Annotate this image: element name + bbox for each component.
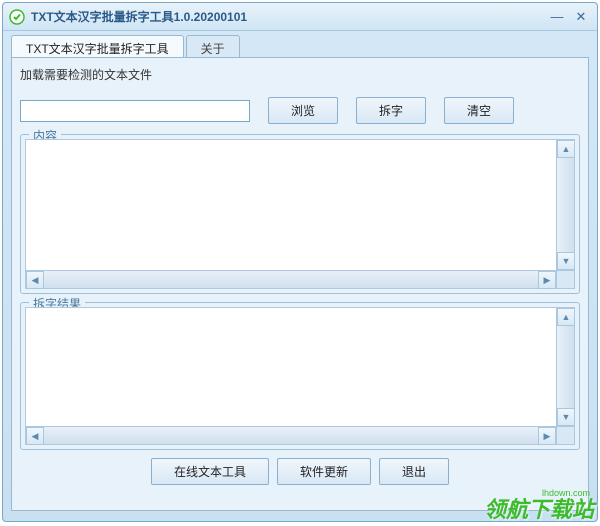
exit-button[interactable]: 退出 [379,458,449,485]
tab-bar: TXT文本汉字批量拆字工具 关于 [3,31,597,57]
clear-button[interactable]: 清空 [444,97,514,124]
load-label: 加载需要检测的文本文件 [20,66,580,83]
result-fieldset: 拆字结果 ▲ ▼ ◀ ▶ [20,302,580,450]
update-button[interactable]: 软件更新 [277,458,371,485]
minimize-button[interactable]: — [547,9,567,25]
content-area: 加载需要检测的文本文件 浏览 拆字 清空 内容 ▲ ▼ ◀ ▶ [11,57,589,511]
scrollbar-horizontal[interactable]: ◀ ▶ [26,426,556,444]
tab-main[interactable]: TXT文本汉字批量拆字工具 [11,35,184,57]
titlebar: TXT文本汉字批量拆字工具1.0.20200101 — ✕ [3,3,597,31]
scroll-down-icon[interactable]: ▼ [557,252,575,270]
split-button[interactable]: 拆字 [356,97,426,124]
scroll-left-icon[interactable]: ◀ [26,427,44,445]
scroll-left-icon[interactable]: ◀ [26,271,44,289]
result-textarea-wrap: ▲ ▼ ◀ ▶ [25,307,575,445]
app-window: TXT文本汉字批量拆字工具1.0.20200101 — ✕ TXT文本汉字批量拆… [2,2,598,522]
scroll-down-icon[interactable]: ▼ [557,408,575,426]
load-section: 加载需要检测的文本文件 浏览 拆字 清空 [20,66,580,124]
tab-about[interactable]: 关于 [186,35,240,57]
scrollbar-vertical[interactable]: ▲ ▼ [556,140,574,270]
content-textarea-wrap: ▲ ▼ ◀ ▶ [25,139,575,289]
window-title: TXT文本汉字批量拆字工具1.0.20200101 [31,8,547,25]
content-textarea[interactable] [26,140,556,288]
browse-button[interactable]: 浏览 [268,97,338,124]
scroll-corner [556,270,574,288]
scroll-up-icon[interactable]: ▲ [557,140,575,158]
close-button[interactable]: ✕ [571,9,591,25]
scroll-right-icon[interactable]: ▶ [538,271,556,289]
scrollbar-horizontal[interactable]: ◀ ▶ [26,270,556,288]
result-textarea[interactable] [26,308,556,444]
scrollbar-vertical[interactable]: ▲ ▼ [556,308,574,426]
scroll-right-icon[interactable]: ▶ [538,427,556,445]
online-tools-button[interactable]: 在线文本工具 [151,458,269,485]
content-fieldset: 内容 ▲ ▼ ◀ ▶ [20,134,580,294]
bottom-bar: 在线文本工具 软件更新 退出 [20,458,580,485]
file-path-input[interactable] [20,100,250,122]
app-icon [9,9,25,25]
window-controls: — ✕ [547,9,591,25]
scroll-up-icon[interactable]: ▲ [557,308,575,326]
scroll-corner [556,426,574,444]
